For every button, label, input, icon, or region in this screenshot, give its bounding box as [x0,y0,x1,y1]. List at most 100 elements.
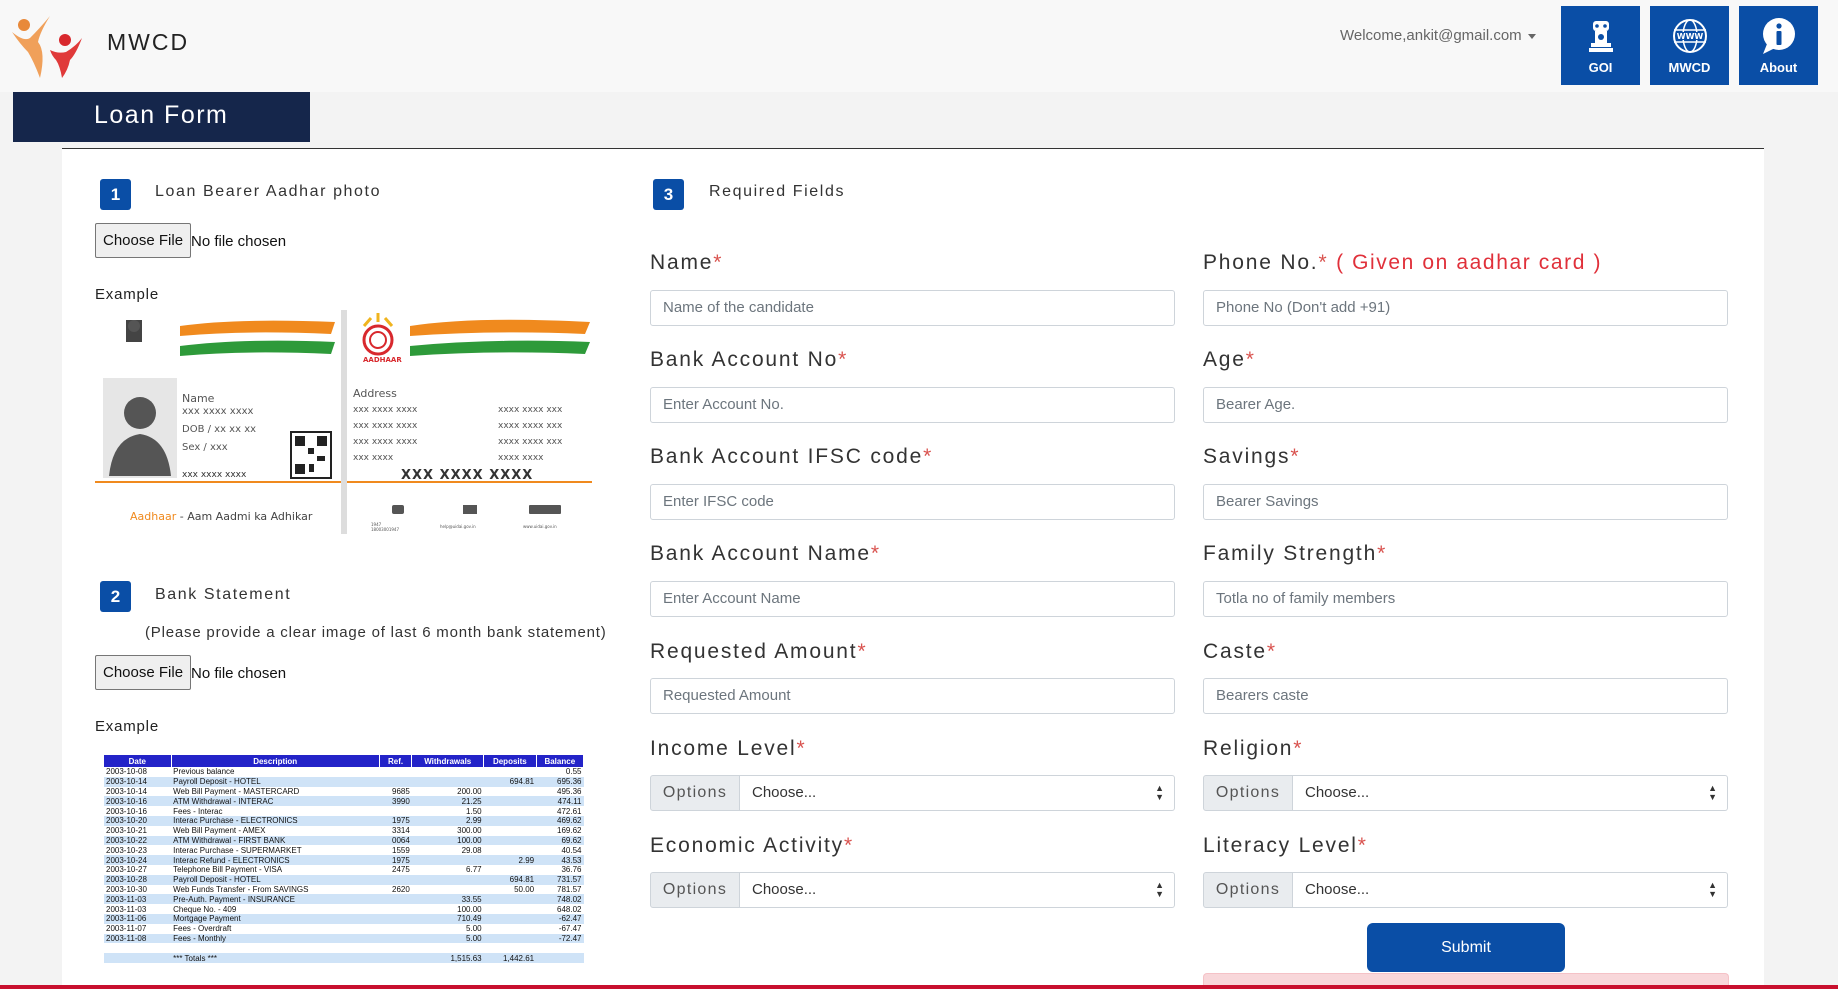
statement-row: 2003-10-24 Interac Refund - ELECTRONICS 19… [104,855,584,865]
statement-row: *** Totals *** 1,515.63 1,442.61 [104,953,584,963]
statement-cell: 2003-10-30 [104,884,172,895]
statement-row: 2003-11-03 Cheque No. - 409 100.00 648.02 [104,904,584,914]
about-button[interactable]: About [1739,6,1818,85]
name-input[interactable]: Name of the candidate [650,290,1175,326]
statement-cell: Fees - Interac [171,806,380,816]
religion-select[interactable]: Choose... ▲ ▼ [1293,775,1728,811]
phone-input[interactable]: Phone No (Don't add +91) [1203,290,1728,326]
aadhaar-logo-text: AADHAAR [363,356,402,364]
mwcd-button-label: MWCD [1668,60,1711,75]
mwcd-logo-icon[interactable] [10,12,86,80]
statement-cell: 100.00 [411,904,484,914]
step-3-badge: 3 [653,179,684,210]
bank-statement-choose-file-button[interactable]: Choose File [95,655,192,690]
statement-cell [483,904,537,914]
statement-row: 2003-11-07 Fees - Overdraft 5.00 -67.47 [104,923,584,934]
religion-select-group: Options Choose... ▲ ▼ [1203,775,1728,811]
statement-cell: 781.57 [536,884,584,895]
account-name-label: Bank Account Name* [650,542,881,565]
statement-row: 2003-10-20 Interac Purchase - ELECTRONICS… [104,815,584,826]
goi-button[interactable]: GOI [1561,6,1640,85]
statement-cell [483,786,537,797]
phone-hint: ( Given on aadhar card ) [1336,251,1603,274]
statement-cell: 2003-11-03 [104,904,172,914]
statement-cell: ATM Withdrawal - FIRST BANK [171,835,380,846]
statement-cell: 2.99 [483,855,537,865]
brand-name[interactable]: MWCD [107,29,189,56]
statement-cell: 710.49 [411,913,484,924]
statement-cell [536,953,584,963]
income-level-select[interactable]: Choose... ▲ ▼ [740,775,1175,811]
aadhaar-number-big: XXX XXXX XXXX [401,468,534,483]
statement-cell [379,904,412,914]
goi-button-label: GOI [1588,60,1613,75]
ifsc-input[interactable]: Enter IFSC code [650,484,1175,520]
bank-statement-example-image: Date Description Ref. Withdrawals Deposits Ba… [104,755,584,967]
user-menu-toggle[interactable]: Welcome,ankit@gmail.com [1340,27,1536,44]
statement-cell [379,776,412,787]
family-strength-label: Family Strength* [1203,542,1388,565]
statement-cell: Payroll Deposit - HOTEL [171,776,380,787]
statement-cell [483,806,537,816]
economic-activity-select[interactable]: Choose... ▲ ▼ [740,872,1175,908]
submit-button[interactable]: Submit [1367,923,1565,972]
statement-cell: 2003-10-16 [104,796,172,807]
income-level-label: Income Level* [650,737,807,760]
statement-cell [411,776,484,787]
statement-cell: ATM Withdrawal - INTERAC [171,796,380,807]
statement-cell: 731.57 [536,874,584,885]
economic-options-addon: Options [650,872,740,908]
mwcd-button[interactable]: WWW MWCD [1650,6,1729,85]
statement-row [104,943,584,954]
aadhaar-address-label: Address [353,387,397,400]
statement-header-cell: Balance [536,755,584,767]
statement-cell [379,806,412,816]
statement-cell: 2003-11-07 [104,923,172,934]
economic-activity-label: Economic Activity* [650,834,854,857]
statement-cell: 9685 [379,786,412,797]
statement-cell: Previous balance [171,767,380,777]
statement-cell [483,835,537,846]
statement-cell [483,815,537,826]
literacy-level-select[interactable]: Choose... ▲ ▼ [1293,872,1728,908]
statement-cell [379,767,412,777]
aadhar-photo-choose-file-button[interactable]: Choose File [95,223,192,258]
statement-cell: 1.50 [411,806,484,816]
requested-amount-input[interactable]: Requested Amount [650,678,1175,714]
about-button-label: About [1759,60,1798,75]
statement-row: 2003-10-21 Web Bill Payment - AMEX 3314 300… [104,825,584,836]
religion-value: Choose... [1305,784,1370,801]
statement-cell: 200.00 [411,786,484,797]
select-arrows-icon: ▲ ▼ [1155,783,1164,802]
income-level-select-group: Options Choose... ▲ ▼ [650,775,1175,811]
aadhaar-address-line: xxx xxxx [353,453,394,463]
age-input[interactable]: Bearer Age. [1203,387,1728,423]
literacy-level-value: Choose... [1305,881,1370,898]
statement-row: 2003-10-28 Payroll Deposit - HOTEL 694.81 7… [104,874,584,885]
statement-cell [411,884,484,895]
aadhaar-email: help@uidai.gov.in [440,524,476,529]
svg-text:WWW: WWW [1676,32,1703,41]
select-arrows-icon: ▲ ▼ [1155,880,1164,899]
statement-cell [483,796,537,807]
aadhaar-dob: DOB / xx xx xx [182,424,257,435]
statement-cell: 33.55 [411,894,484,905]
aadhaar-address-line: xxxx xxxx [498,453,544,463]
statement-cell [411,855,484,865]
statement-row: 2003-10-30 Web Funds Transfer - From SAVI… [104,884,584,895]
aadhaar-address-line: xxxx xxxx xxx [498,405,563,415]
aadhar-example-label: Example [95,286,159,303]
statement-cell: -72.47 [536,933,584,944]
family-strength-input[interactable]: Totla no of family members [1203,581,1728,617]
statement-cell [483,894,537,905]
literacy-level-label: Literacy Level* [1203,834,1368,857]
statement-cell [379,874,412,885]
savings-input[interactable]: Bearer Savings [1203,484,1728,520]
statement-cell: Payroll Deposit - HOTEL [171,874,380,885]
statement-cell [379,913,412,924]
caste-input[interactable]: Bearers caste [1203,678,1728,714]
account-name-input[interactable]: Enter Account Name [650,581,1175,617]
account-no-input[interactable]: Enter Account No. [650,387,1175,423]
statement-cell: 2003-10-27 [104,864,172,875]
aadhar-photo-file-status: No file chosen [191,233,287,250]
